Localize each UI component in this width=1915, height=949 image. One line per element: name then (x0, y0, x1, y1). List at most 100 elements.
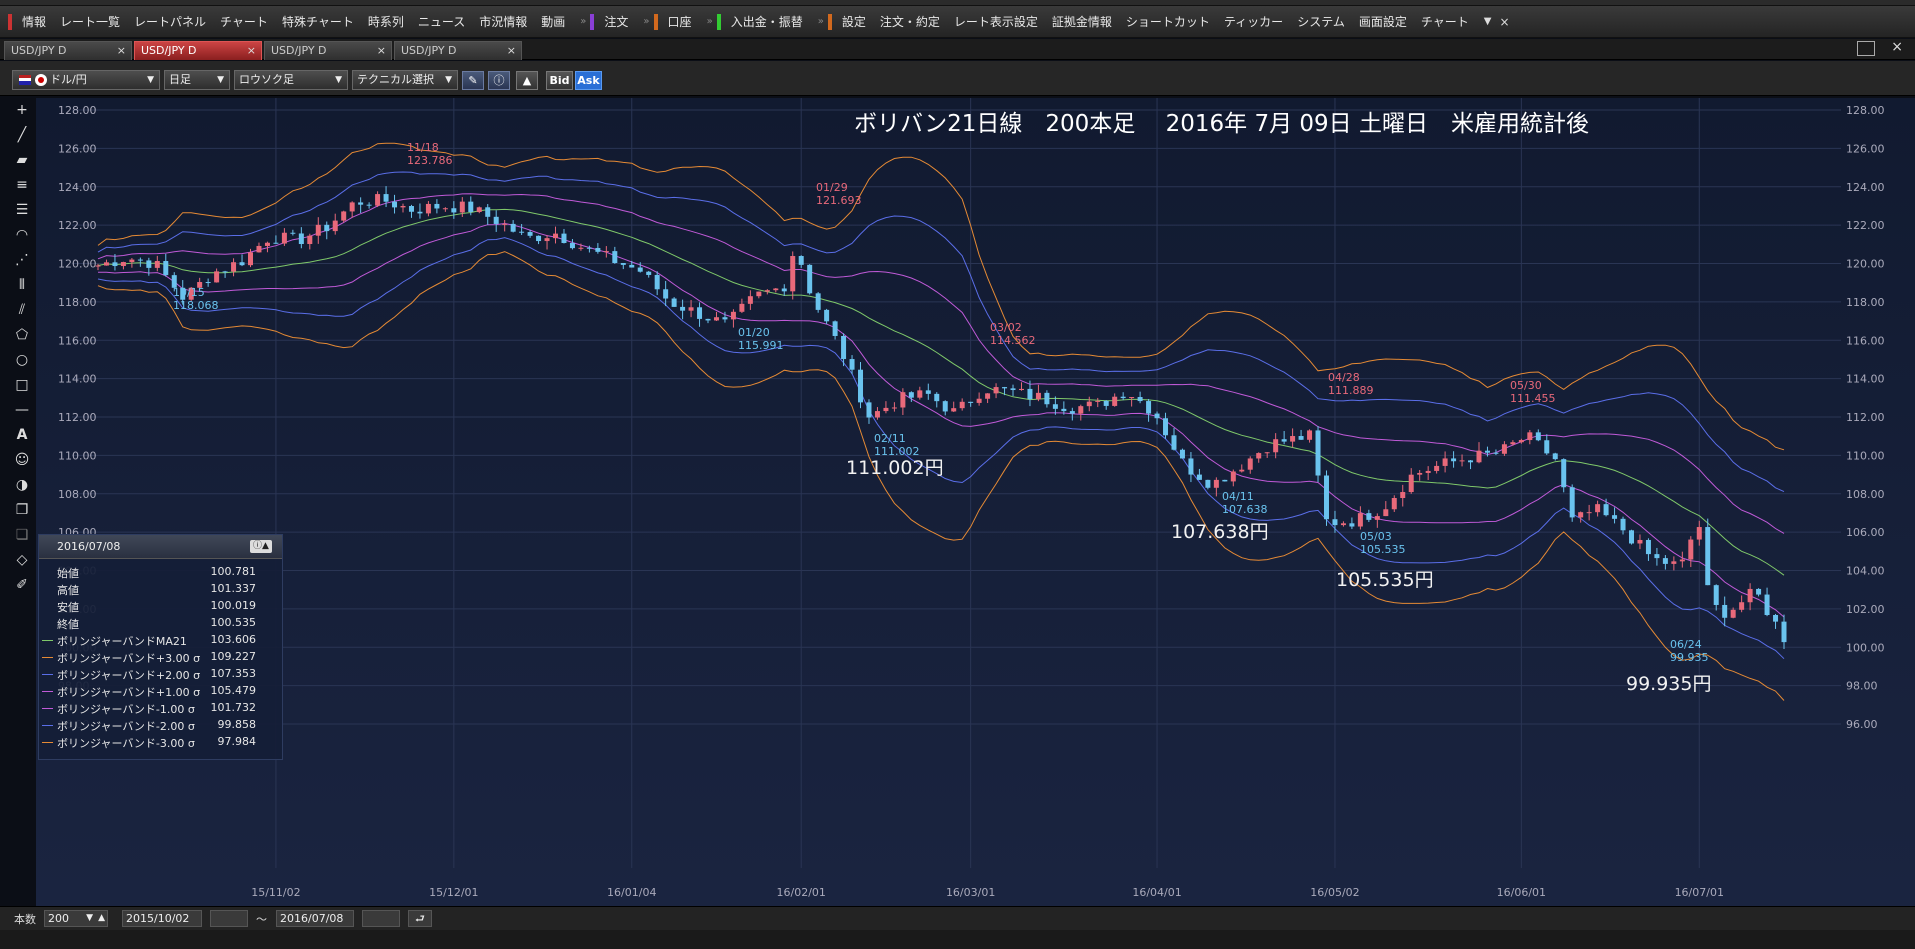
ask-button[interactable]: Ask (575, 71, 602, 90)
text-icon[interactable]: A (10, 425, 34, 445)
menu-item[interactable]: 口座 (661, 11, 699, 33)
menu-item[interactable]: 入出金・振替 (724, 11, 810, 33)
menu-item[interactable]: チャート (1414, 11, 1476, 33)
close-icon[interactable]: × (377, 42, 386, 59)
price-chart[interactable]: 128.00 128.00 126.00 126.00 124.00 124.00 122.… (36, 98, 1915, 906)
menu-item[interactable]: システム (1290, 11, 1352, 33)
symbol-select[interactable]: ドル/円 ▼ (12, 70, 160, 90)
clear-all-icon[interactable]: ✐ (10, 575, 34, 595)
menu-item[interactable]: 設定 (835, 11, 873, 33)
menu-item[interactable]: 時系列 (361, 11, 411, 33)
close-icon[interactable]: × (117, 42, 126, 59)
tab-usdjpy-3[interactable]: USD/JPY D × (264, 41, 392, 60)
candle-body (1612, 515, 1618, 519)
high-value-label: 121.693 (816, 194, 862, 207)
end-date-field[interactable]: 2016/07/08 (276, 910, 354, 927)
x-tick-label: 15/12/01 (429, 886, 478, 899)
copy-icon[interactable]: ❐ (10, 500, 34, 520)
menu-separator-icon: » (817, 16, 824, 27)
close-icon[interactable]: × (1495, 15, 1513, 29)
tab-label: USD/JPY D (141, 44, 197, 57)
emoji-icon[interactable]: ☺ (10, 450, 34, 470)
info-icon[interactable]: ⓘ (488, 71, 510, 90)
high-date-label: 05/30 (1510, 379, 1542, 392)
chevron-down-icon[interactable]: ▼ (86, 911, 93, 926)
candle-body (298, 233, 304, 245)
menu-item[interactable]: 市況情報 (472, 11, 534, 33)
menu-separator-icon: » (706, 16, 713, 27)
polygon-icon[interactable]: ⬠ (10, 325, 34, 345)
candle-body (1205, 479, 1211, 488)
start-date-field[interactable]: 2015/10/02 (122, 910, 202, 927)
info-value: 103.606 (210, 633, 257, 646)
info-toggle-icon[interactable]: ⓘ▲ (250, 540, 272, 553)
rectangle-icon[interactable]: □ (10, 375, 34, 395)
y-tick-label: 114.00 (1846, 373, 1885, 386)
candle-body (366, 204, 372, 206)
paste-icon[interactable]: ❏ (10, 525, 34, 545)
menu-item[interactable]: レート一覧 (53, 11, 127, 33)
x-tick-label: 16/04/01 (1132, 886, 1181, 899)
circle-icon[interactable]: ○ (10, 350, 34, 370)
menu-item[interactable]: ショートカット (1119, 11, 1217, 33)
menu-item[interactable]: レートパネル (127, 11, 213, 33)
menu-item[interactable]: 情報 (15, 11, 53, 33)
eraser-icon[interactable]: ◇ (10, 550, 34, 570)
ruler-icon[interactable]: ▰ (10, 150, 34, 170)
start-time-field[interactable] (210, 910, 248, 927)
chevron-up-icon[interactable]: ▲ (98, 911, 105, 926)
fibonacci-arc-icon[interactable]: ◠ (10, 225, 34, 245)
fan-icon[interactable]: ⋰ (10, 250, 34, 270)
crosshair-icon[interactable]: + (10, 100, 34, 120)
menu-more-icon[interactable]: ▼ (1480, 16, 1496, 27)
pen-icon[interactable]: ✎ (462, 71, 484, 90)
object-icon[interactable]: ◑ (10, 475, 34, 495)
menu-item[interactable]: ニュース (411, 11, 472, 33)
close-icon[interactable]: × (507, 42, 516, 59)
trendline-icon[interactable]: ╱ (10, 125, 34, 145)
menu-item[interactable]: 特殊チャート (275, 11, 361, 33)
price-annotation: 99.935円 (1626, 673, 1711, 695)
menu-item[interactable]: ティッカー (1217, 11, 1290, 33)
info-value: 100.019 (210, 599, 257, 612)
high-date-label: 03/02 (990, 321, 1022, 334)
candle-body (1374, 516, 1380, 520)
return-icon[interactable]: ⮐ (408, 910, 432, 927)
bid-button[interactable]: Bid (546, 71, 573, 90)
candle-body (832, 321, 838, 336)
horizontal-lines-icon[interactable]: ≡ (10, 175, 34, 195)
close-icon[interactable]: × (247, 42, 256, 59)
menu-item[interactable]: レート表示設定 (947, 11, 1045, 33)
close-icon[interactable]: × (1891, 39, 1903, 55)
timeframe-select[interactable]: 日足 ▼ (164, 70, 230, 90)
y-tick-label: 118.00 (58, 296, 97, 309)
candle-body (1179, 449, 1185, 459)
y-tick-label: 112.00 (58, 411, 97, 424)
tab-usdjpy-4[interactable]: USD/JPY D × (394, 41, 522, 60)
line-icon[interactable]: — (10, 400, 34, 420)
candle-body (578, 247, 584, 249)
tab-usdjpy-2[interactable]: USD/JPY D × (134, 41, 262, 60)
technical-select[interactable]: テクニカル選択 ▼ (352, 70, 458, 90)
candle-body (324, 224, 330, 232)
maximize-icon[interactable] (1857, 41, 1875, 56)
mountain-chart-icon[interactable]: ▲ (516, 71, 538, 90)
chart-style-select[interactable]: ロウソク足 ▼ (234, 70, 348, 90)
series-swatch (42, 657, 53, 658)
vertical-lines-icon[interactable]: ⦀ (10, 275, 34, 295)
tab-usdjpy-1[interactable]: USD/JPY D × (4, 41, 132, 60)
end-time-field[interactable] (362, 910, 400, 927)
candle-body (722, 317, 728, 320)
chart-canvas[interactable]: 128.00 128.00 126.00 126.00 124.00 124.00 122.… (36, 98, 1915, 906)
menu-item[interactable]: 画面設定 (1352, 11, 1414, 33)
channel-icon[interactable]: ⫽ (10, 300, 34, 320)
parallel-lines-icon[interactable]: ☰ (10, 200, 34, 220)
menu-item[interactable]: 注文 (597, 11, 635, 33)
menu-separator-icon: » (643, 16, 650, 27)
menu-item[interactable]: 動画 (534, 11, 572, 33)
bar-count-field[interactable]: 200 ▼ ▲ (44, 910, 108, 927)
menu-item[interactable]: 証拠金情報 (1045, 11, 1119, 33)
y-tick-label: 118.00 (1846, 296, 1885, 309)
menu-item[interactable]: 注文・約定 (873, 11, 947, 33)
menu-item[interactable]: チャート (213, 11, 275, 33)
